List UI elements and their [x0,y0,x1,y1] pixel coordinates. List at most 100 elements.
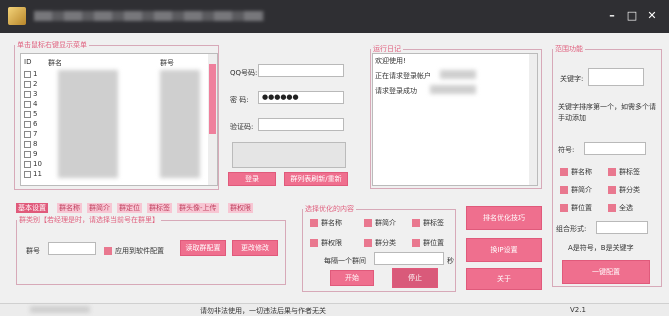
opt-intro[interactable]: 群简介 [560,185,592,195]
opt-cat[interactable]: 群分类 [608,185,640,195]
apply-config-button[interactable]: 一键配置 [562,260,650,284]
log-line-2: 正在请求登录帐户 [375,72,431,80]
login-button[interactable]: 登录 [228,172,276,186]
window-title-blurred [34,11,264,21]
ip-settings-button[interactable]: 换IP设置 [466,238,542,262]
row-id: 9 [33,150,38,158]
row-checkbox[interactable] [24,160,31,168]
app-icon [8,7,26,25]
log-scrollbar[interactable] [529,54,537,185]
row-checkbox[interactable] [24,110,31,118]
list-legend: 单击鼠标右键显示菜单 [17,41,87,49]
list-row[interactable]: 4 [24,100,37,108]
list-row[interactable]: 1 [24,70,37,78]
maximize-button[interactable]: □ [624,8,640,24]
list-row[interactable]: 5 [24,110,37,118]
opt-tag[interactable]: 群标签 [608,167,640,177]
start-button[interactable]: 开始 [330,270,374,286]
col-number: 群号 [160,59,174,67]
row-checkbox[interactable] [24,140,31,148]
close-button[interactable]: ✕ [644,8,660,24]
checkbox-icon [608,186,616,194]
interval-input[interactable] [374,252,444,265]
checkbox-icon [608,204,616,212]
opt-tag-label: 群标签 [619,168,640,176]
tab-3[interactable]: 群定位 [117,203,142,213]
opt-5[interactable]: 群分类 [364,238,396,248]
apply-software-label: 应用到软件配置 [115,247,164,255]
read-config-button[interactable]: 读取群配置 [180,240,226,256]
list-row[interactable]: 6 [24,120,37,128]
qq-label: QQ号码: [230,69,258,77]
checkbox-icon [310,239,318,247]
checkbox-icon [560,168,568,176]
list-row[interactable]: 10 [24,160,42,168]
checkbox-icon [412,219,420,227]
row-checkbox[interactable] [24,170,31,178]
row-checkbox[interactable] [24,70,31,78]
status-bar [0,303,669,316]
qun-label: 群号 [26,247,40,255]
tab-6[interactable]: 群权限 [228,203,253,213]
row-id: 4 [33,100,38,108]
password-input[interactable]: ●●●●●● [258,91,344,104]
checkbox-icon [608,168,616,176]
symbol-select[interactable] [584,142,646,155]
list-row[interactable]: 2 [24,80,37,88]
opt-loc[interactable]: 群位置 [560,203,592,213]
row-checkbox[interactable] [24,120,31,128]
tab-1[interactable]: 群名称 [57,203,82,213]
qun-input[interactable] [48,242,96,255]
opt-3-label: 群标签 [423,219,444,227]
log-line-3: 请求登录成功 [375,87,417,95]
about-button[interactable]: 关于 [466,268,542,290]
row-id: 6 [33,120,38,128]
refresh-list-button[interactable]: 群列表刷新/重新 [284,172,348,186]
opt-name-label: 群名称 [571,168,592,176]
opt-all[interactable]: 全选 [608,203,633,213]
list-scroll-thumb[interactable] [209,64,216,134]
opt-6[interactable]: 群位置 [412,238,444,248]
blurred-account [440,70,476,79]
keyword-label: 关键字: [560,75,584,83]
keyword-input[interactable] [588,68,644,86]
minimize-button[interactable]: – [604,8,620,24]
qq-input[interactable] [258,64,344,77]
row-checkbox[interactable] [24,100,31,108]
row-checkbox[interactable] [24,90,31,98]
apply-software-option[interactable]: 应用到软件配置 [104,246,164,256]
list-row[interactable]: 3 [24,90,37,98]
opt-4[interactable]: 群权限 [310,238,342,248]
checkbox-icon [364,239,372,247]
row-checkbox[interactable] [24,150,31,158]
list-row[interactable]: 9 [24,150,37,158]
tab-0[interactable]: 基本设置 [16,203,48,213]
opt-cat-label: 群分类 [619,186,640,194]
tab-2[interactable]: 群简介 [87,203,112,213]
tab-5[interactable]: 群头像-上传 [177,203,219,213]
checkbox-icon [310,219,318,227]
stop-button[interactable]: 停止 [392,268,438,288]
row-id: 11 [33,170,42,178]
row-id: 10 [33,160,42,168]
opt-name[interactable]: 群名称 [560,167,592,177]
list-row[interactable]: 11 [24,170,42,178]
symbol-label: 符号: [558,146,575,154]
list-row[interactable]: 7 [24,130,37,138]
version-label: V2.1 [570,306,586,314]
verify-input[interactable] [258,118,344,131]
modify-button[interactable]: 更改修改 [232,240,278,256]
row-checkbox[interactable] [24,80,31,88]
opt-2[interactable]: 群简介 [364,218,396,228]
opt-1[interactable]: 群名称 [310,218,342,228]
config-legend: 群类别【若经理是时，请选择当前号在群里】 [19,216,159,224]
combo-select[interactable] [596,221,648,234]
list-row[interactable]: 8 [24,140,37,148]
row-checkbox[interactable] [24,130,31,138]
opt-2-label: 群简介 [375,219,396,227]
row-id: 5 [33,110,38,118]
opt-3[interactable]: 群标签 [412,218,444,228]
tab-4[interactable]: 群标签 [147,203,172,213]
rank-tips-button[interactable]: 排名优化技巧 [466,206,542,230]
keyword-tip: 关键字排序第一个，如需多个请手动添加 [558,103,656,122]
